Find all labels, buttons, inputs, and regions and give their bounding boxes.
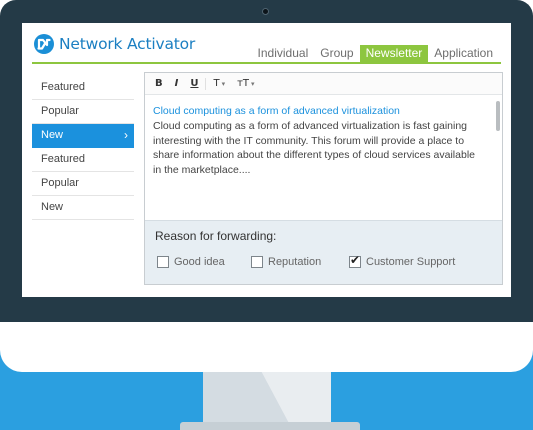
option-label: Reputation — [268, 256, 322, 268]
app-logo[interactable]: Network Activator — [34, 33, 195, 55]
underline-button[interactable]: U — [184, 76, 204, 92]
sidebar-item-label: New — [41, 201, 64, 213]
reputation-checkbox[interactable] — [251, 256, 263, 268]
sidebar-item-label: Popular — [41, 105, 79, 117]
monitor-bezel: Network Activator Individual Group Newsl… — [0, 0, 533, 322]
forwarding-panel: Reason for forwarding: Good idea Reputat… — [145, 220, 502, 284]
sidebar-item-label: New — [41, 129, 64, 141]
sidebar-item-new[interactable]: New — [32, 196, 134, 220]
top-tabs: Individual Group Newsletter Application — [252, 45, 499, 62]
tab-individual[interactable]: Individual — [252, 45, 315, 62]
tab-group[interactable]: Group — [314, 45, 359, 62]
sidebar-nav: Featured Popular New › Featured Popular … — [32, 76, 134, 220]
sidebar-item-label: Featured — [41, 153, 86, 165]
post-title-link[interactable]: Cloud computing as a form of advanced vi… — [153, 104, 486, 118]
editor-content[interactable]: Cloud computing as a form of advanced vi… — [145, 95, 502, 220]
tab-application[interactable]: Application — [428, 45, 499, 62]
sidebar-item-new[interactable]: New › — [32, 124, 134, 148]
monitor-stand-base — [180, 422, 360, 430]
text-size-dropdown[interactable]: тT ▾ — [231, 76, 260, 92]
chevron-right-icon: › — [124, 128, 128, 142]
editor-toolbar: B I U T ▾ тT ▾ — [145, 73, 502, 95]
tab-newsletter[interactable]: Newsletter — [359, 45, 429, 62]
sidebar-item-popular[interactable]: Popular — [32, 100, 134, 124]
post-body: Cloud computing as a form of advanced vi… — [153, 120, 475, 176]
text-size-icon: тT — [237, 77, 250, 89]
camera-icon — [262, 8, 269, 15]
sidebar-item-popular[interactable]: Popular — [32, 172, 134, 196]
header-divider — [32, 62, 501, 64]
option-reputation[interactable]: Reputation — [251, 256, 321, 268]
text-style-icon: T — [213, 77, 220, 89]
screen: Network Activator Individual Group Newsl… — [22, 23, 511, 297]
sidebar-item-featured[interactable]: Featured — [32, 148, 134, 172]
newsletter-editor: B I U T ▾ тT ▾ Cloud computing as a form o… — [144, 72, 503, 285]
logo-n-icon — [34, 34, 54, 54]
text-style-dropdown[interactable]: T ▾ — [207, 76, 231, 92]
good-idea-checkbox[interactable] — [157, 256, 169, 268]
caret-down-icon: ▾ — [221, 79, 226, 88]
option-good-idea[interactable]: Good idea — [157, 256, 225, 268]
option-customer-support[interactable]: ✔ Customer Support — [349, 253, 456, 268]
caret-down-icon: ▾ — [251, 79, 255, 88]
italic-button[interactable]: I — [169, 76, 185, 92]
toolbar-divider — [205, 77, 207, 90]
customer-support-checkbox[interactable]: ✔ — [349, 253, 361, 268]
bold-button[interactable]: B — [149, 76, 169, 92]
scrollbar-thumb[interactable] — [496, 101, 500, 131]
checkmark-icon: ✔ — [350, 253, 361, 267]
sidebar-item-label: Popular — [41, 177, 79, 189]
sidebar-item-featured[interactable]: Featured — [32, 76, 134, 100]
sidebar-item-label: Featured — [41, 81, 86, 93]
option-label: Customer Support — [366, 256, 456, 268]
option-label: Good idea — [174, 256, 225, 268]
forwarding-title: Reason for forwarding: — [155, 229, 277, 243]
app-title: Network Activator — [59, 35, 196, 53]
